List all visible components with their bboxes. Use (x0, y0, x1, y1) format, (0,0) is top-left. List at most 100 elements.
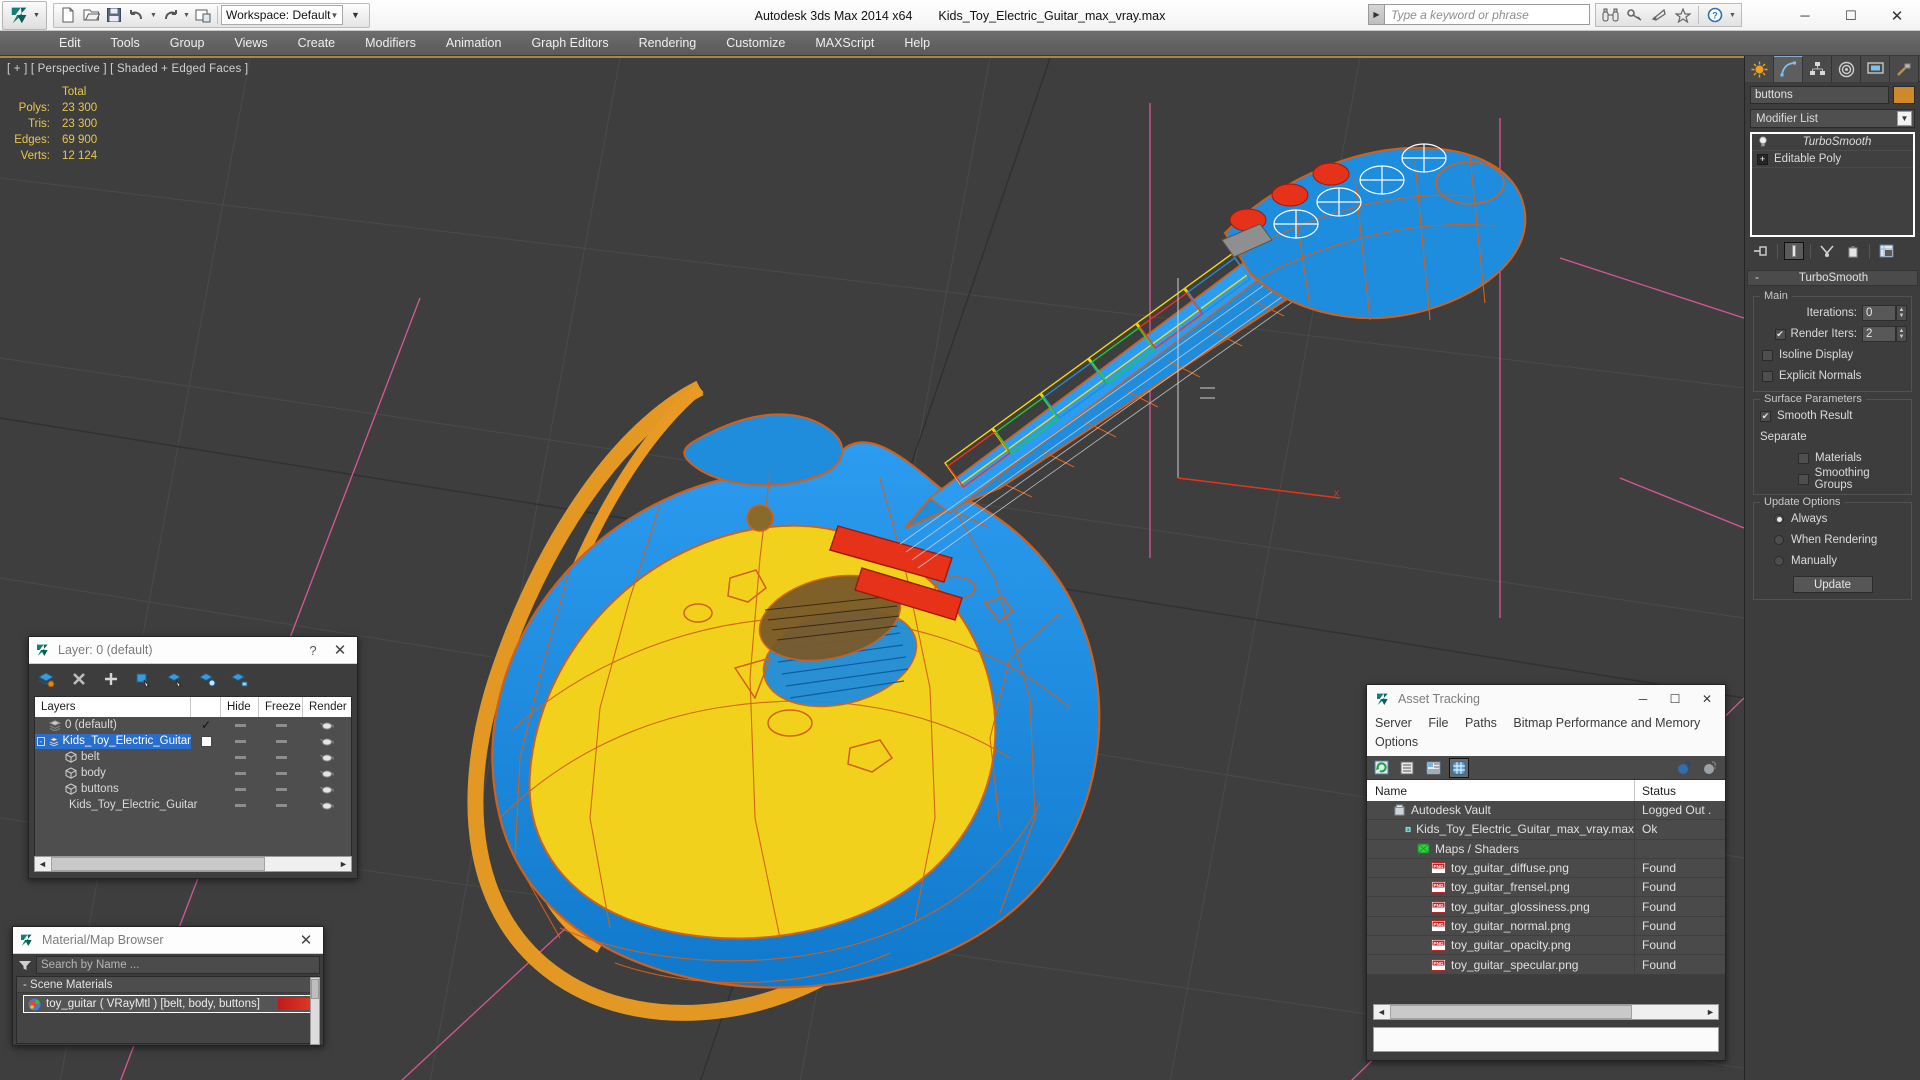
favorites-star-icon[interactable] (1672, 5, 1693, 26)
column-name[interactable]: Name (1367, 780, 1635, 801)
details-view-icon[interactable] (1424, 759, 1442, 777)
layer-render-toggle[interactable] (303, 768, 351, 778)
layer-current-check[interactable] (191, 735, 221, 747)
layer-row-name-cell[interactable]: 0 (default) (35, 718, 191, 733)
layer-dialog-close-button[interactable]: ✕ (329, 641, 351, 659)
utilities-tab[interactable] (1890, 56, 1919, 82)
menu-maxscript[interactable]: MAXScript (800, 33, 889, 53)
layer-row-name-cell[interactable]: - Kids_Toy_Electric_Guitar (35, 733, 191, 749)
table-row[interactable]: PNG toy_guitar_normal.png Found (1367, 916, 1725, 937)
object-name-field[interactable]: buttons (1750, 86, 1889, 104)
save-file-icon[interactable] (103, 4, 125, 26)
update-button[interactable]: Update (1792, 576, 1873, 593)
help-dropdown-icon[interactable]: ▼ (1728, 5, 1737, 26)
layer-row-name-cell[interactable]: body (35, 766, 191, 781)
workspace-selector[interactable]: Workspace: Default ▼ (221, 5, 344, 25)
material-search-input[interactable]: Search by Name ... (36, 956, 320, 974)
delete-layer-icon[interactable] (69, 669, 89, 689)
menu-help[interactable]: Help (889, 33, 945, 53)
layer-render-toggle[interactable] (303, 784, 351, 794)
scene-materials-group[interactable]: - Scene Materials (17, 977, 319, 993)
select-highlighted-objects-icon[interactable] (165, 669, 185, 689)
lightbulb-icon[interactable] (1757, 136, 1769, 148)
table-row[interactable]: - Kids_Toy_Electric_Guitar (35, 733, 351, 749)
key-icon[interactable] (1624, 5, 1645, 26)
display-tab[interactable] (1861, 56, 1890, 82)
spinner-arrows-icon[interactable]: ▲ ▼ (1896, 326, 1907, 342)
update-when-rendering-row[interactable]: When Rendering (1758, 531, 1907, 549)
undo-icon[interactable] (126, 4, 148, 26)
layer-freeze-toggle[interactable] (259, 803, 303, 807)
separate-materials-checkbox[interactable] (1798, 452, 1809, 464)
update-always-radio[interactable] (1774, 514, 1784, 524)
at-menu-options[interactable]: Options (1375, 735, 1418, 749)
filter-funnel-icon[interactable] (16, 957, 33, 974)
column-hide[interactable]: Hide (221, 697, 259, 717)
asset-name-cell[interactable]: PNG toy_guitar_specular.png (1367, 954, 1635, 975)
application-menu-button[interactable]: ▼ (2, 0, 47, 30)
layer-list-hscrollbar[interactable]: ◄ ► (34, 856, 352, 872)
scroll-left-icon[interactable]: ◄ (1374, 1005, 1389, 1019)
scrollbar-thumb[interactable] (51, 857, 265, 871)
modifier-list-dropdown[interactable]: Modifier List ▼ (1750, 109, 1915, 128)
modifier-stack-item-editable-poly[interactable]: + Editable Poly (1752, 151, 1913, 168)
new-file-icon[interactable] (57, 4, 79, 26)
table-row[interactable]: PNG toy_guitar_glossiness.png Found (1367, 896, 1725, 917)
material-browser-vscrollbar[interactable] (310, 977, 320, 1045)
scroll-right-icon[interactable]: ► (1703, 1005, 1718, 1019)
show-end-result-icon[interactable] (1784, 242, 1804, 260)
explicit-normals-checkbox[interactable] (1762, 370, 1773, 382)
add-layer-icon[interactable] (101, 669, 121, 689)
layer-freeze-toggle[interactable] (259, 739, 303, 743)
layer-dialog-titlebar[interactable]: Layer: 0 (default) ? ✕ (29, 637, 357, 664)
layer-hide-toggle[interactable] (221, 803, 259, 807)
rollout-header[interactable]: - TurboSmooth (1747, 270, 1918, 286)
column-freeze[interactable]: Freeze (259, 697, 303, 717)
asset-tracking-close-button[interactable]: ✕ (1691, 687, 1723, 711)
rollout-collapse-icon[interactable]: - (1748, 272, 1766, 284)
create-tab[interactable] (1745, 56, 1774, 82)
minimize-button[interactable]: ─ (1782, 0, 1828, 31)
isoline-display-checkbox[interactable] (1762, 349, 1773, 361)
asset-name-cell[interactable]: PNG toy_guitar_opacity.png (1367, 935, 1635, 955)
vault-login-icon[interactable] (1676, 759, 1694, 777)
select-objects-in-layer-icon[interactable] (133, 669, 153, 689)
asset-name-cell[interactable]: PNG toy_guitar_diffuse.png (1367, 858, 1635, 878)
column-current[interactable] (191, 697, 221, 717)
asset-name-cell[interactable]: PNG toy_guitar_normal.png (1367, 916, 1635, 936)
update-manually-row[interactable]: Manually (1758, 552, 1907, 570)
modify-tab[interactable] (1774, 56, 1803, 82)
layer-row-name-cell[interactable]: buttons (35, 782, 191, 797)
grid-view-icon[interactable] (1449, 757, 1469, 778)
menu-graph-editors[interactable]: Graph Editors (516, 33, 623, 53)
binoculars-icon[interactable] (1600, 5, 1621, 26)
layer-freeze-toggle[interactable] (259, 787, 303, 791)
scroll-left-icon[interactable]: ◄ (35, 857, 50, 871)
table-row[interactable]: 3 Kids_Toy_Electric_Guitar_max_vray.max … (1367, 819, 1725, 840)
modifier-stack-item-turbosmooth[interactable]: TurboSmooth (1752, 134, 1913, 151)
table-row[interactable]: PNG toy_guitar_opacity.png Found (1367, 935, 1725, 956)
menu-modifiers[interactable]: Modifiers (350, 33, 431, 53)
set-current-layer-icon[interactable] (229, 669, 249, 689)
add-selection-to-layer-icon[interactable] (197, 669, 217, 689)
menu-rendering[interactable]: Rendering (624, 33, 712, 53)
table-row[interactable]: Autodesk Vault Logged Out . (1367, 800, 1725, 821)
column-render[interactable]: Render (303, 697, 351, 717)
satellite-dish-icon[interactable] (1648, 5, 1669, 26)
menu-views[interactable]: Views (219, 33, 282, 53)
maximize-button[interactable]: ☐ (1828, 0, 1874, 31)
iterations-spinner[interactable]: 0 ▲ ▼ (1862, 305, 1907, 321)
asset-name-cell[interactable]: PNG toy_guitar_frensel.png (1367, 877, 1635, 897)
update-always-row[interactable]: Always (1758, 510, 1907, 528)
motion-tab[interactable] (1832, 56, 1861, 82)
redo-icon[interactable] (159, 4, 181, 26)
render-iters-value[interactable]: 2 (1862, 326, 1896, 342)
layer-render-toggle[interactable] (303, 720, 351, 730)
material-browser-tree[interactable]: - Scene Materials toy_guitar ( VRayMtl )… (16, 976, 320, 1045)
help-icon[interactable]: ? (1704, 5, 1725, 26)
material-map-browser[interactable]: Material/Map Browser ✕ Search by Name ..… (12, 926, 324, 1046)
undo-dropdown-icon[interactable]: ▼ (149, 4, 158, 26)
workspace-menu-icon[interactable]: ▼ (344, 4, 366, 26)
table-row[interactable]: PNG toy_guitar_frensel.png Found (1367, 877, 1725, 898)
asset-list[interactable]: Autodesk Vault Logged Out . 3 Kids_Toy_E… (1367, 800, 1725, 975)
